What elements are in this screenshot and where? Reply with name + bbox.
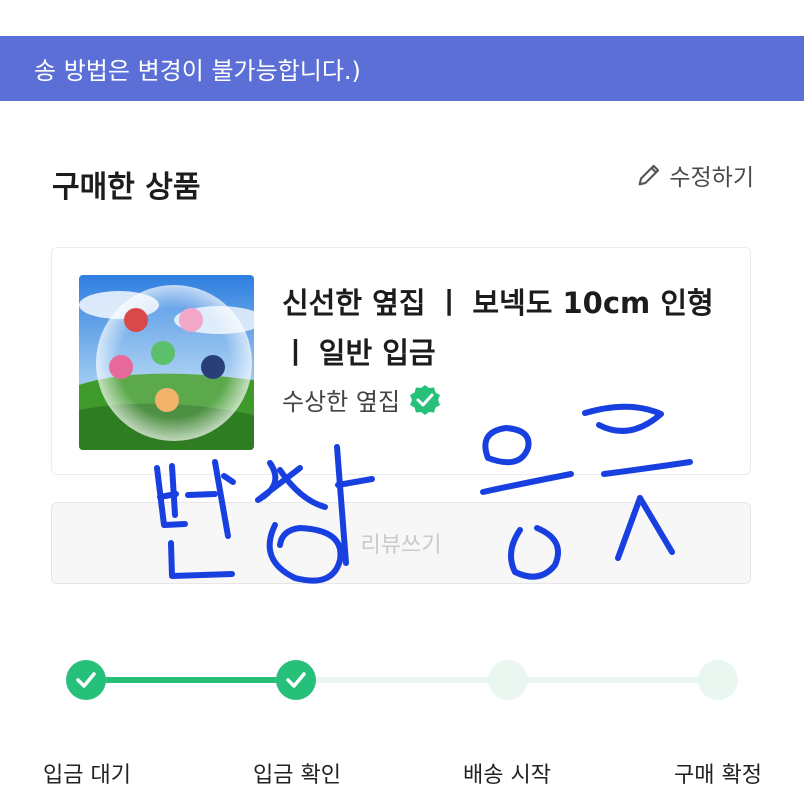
step-3-dot <box>488 660 528 700</box>
step-4-dot <box>698 660 738 700</box>
section-title: 구매한 상품 <box>52 170 201 205</box>
seller-row[interactable]: 수상한 옆집 <box>282 382 442 417</box>
step-2-check <box>276 660 316 700</box>
seller-name: 수상한 옆집 <box>282 388 401 416</box>
top-spacer <box>0 0 804 36</box>
step-label-deposit-confirmed: 입금 확인 <box>253 763 341 788</box>
check-icon <box>76 672 96 688</box>
notice-banner-text: 송 방법은 변경이 불가능합니다.) <box>34 57 361 85</box>
step-label-purchase-confirmed: 구매 확정 <box>674 763 762 788</box>
step-1-check <box>66 660 106 700</box>
notice-banner: 송 방법은 변경이 불가능합니다.) <box>0 36 804 101</box>
step-label-shipping-started: 배송 시작 <box>463 763 551 788</box>
edit-button-label: 수정하기 <box>669 165 754 191</box>
edit-button[interactable]: 수정하기 <box>635 158 754 192</box>
progress-line-done <box>86 677 296 683</box>
verified-check-icon <box>410 384 441 415</box>
product-photo <box>79 275 254 450</box>
product-name[interactable]: 신선한 옆집 ㅣ 보넥도 10cm 인형 ㅣ 일반 입금 <box>282 278 722 378</box>
check-icon <box>286 672 306 688</box>
pencil-icon <box>638 164 660 186</box>
product-card[interactable]: 신선한 옆집 ㅣ 보넥도 10cm 인형 ㅣ 일반 입금 수상한 옆집 <box>51 247 751 475</box>
order-progress-stepper <box>0 640 804 720</box>
write-review-label: 리뷰쓰기 <box>360 533 442 558</box>
step-label-deposit-waiting: 입금 대기 <box>43 763 131 788</box>
write-review-button[interactable]: 리뷰쓰기 <box>51 502 751 584</box>
product-image[interactable] <box>79 275 254 450</box>
